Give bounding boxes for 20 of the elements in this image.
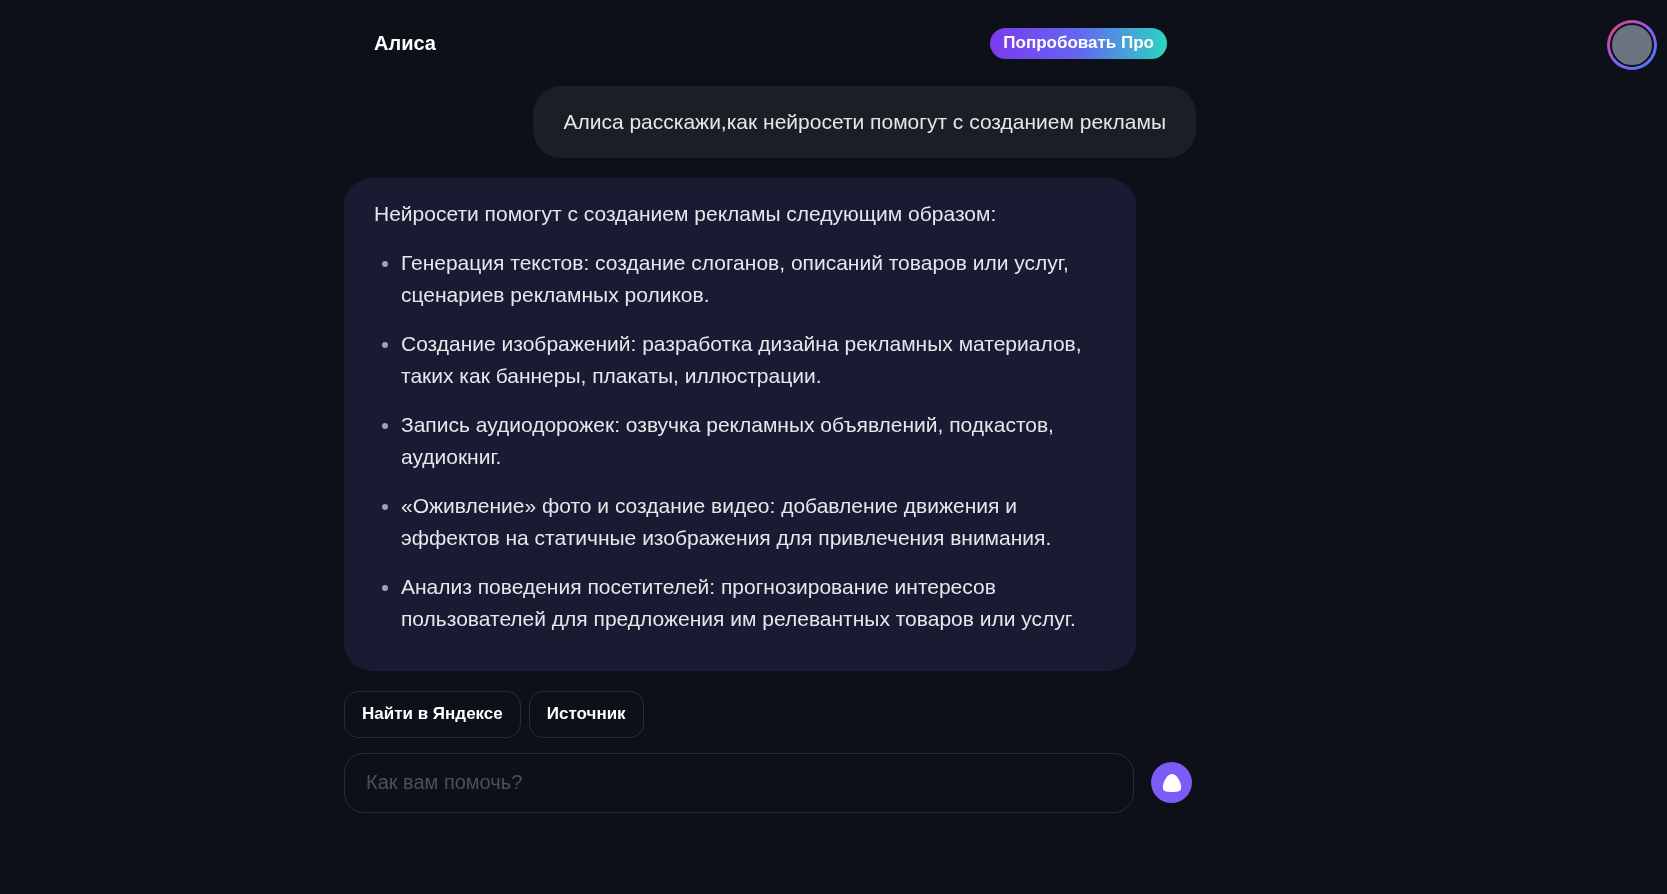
answer-item: Запись аудиодорожек: озвучка рекламных объявлений, подкастов, аудиокниг. bbox=[401, 411, 1055, 470]
suggestion-chip[interactable]: Источник bbox=[528, 690, 644, 738]
suggestion-chip[interactable]: Найти в Яндексе bbox=[344, 690, 521, 738]
alice-voice-button[interactable] bbox=[1151, 762, 1192, 803]
answer-item: Создание изображений: разработка дизайна рекламных материалов, таких как баннеры, плакаты, иллюстрации. bbox=[401, 330, 1083, 389]
bullet-icon bbox=[382, 422, 388, 429]
bullet-icon bbox=[382, 260, 388, 267]
answer-item: Анализ поведения посетителей: прогнозирование интересов пользователей для предложения им релевантных товаров или услуг. bbox=[401, 573, 1077, 632]
alice-icon bbox=[1160, 772, 1183, 793]
avatar-photo-placeholder[interactable] bbox=[1607, 20, 1657, 70]
answer-item: «Оживление» фото и создание видео: добавление движения и эффектов на статичные изображения для привлечения внимания. bbox=[401, 492, 1053, 551]
app-title: Алиса bbox=[374, 31, 436, 56]
answer-item: Генерация текстов: создание слоганов, описаний товаров или услуг, сценариев рекламных роликов. bbox=[401, 249, 1070, 308]
bullet-icon bbox=[382, 584, 388, 591]
bullet-icon bbox=[382, 341, 388, 348]
try-pro-button[interactable]: Попробовать Про bbox=[990, 27, 1167, 59]
message-input[interactable]: Как вам помочь? bbox=[344, 752, 1134, 813]
answer-intro: Нейросети помогут с созданием рекламы следующим образом: bbox=[374, 200, 998, 227]
bullet-icon bbox=[382, 503, 388, 510]
user-message: Алиса расскажи,как нейросети помогут с созданием рекламы bbox=[533, 86, 1196, 158]
